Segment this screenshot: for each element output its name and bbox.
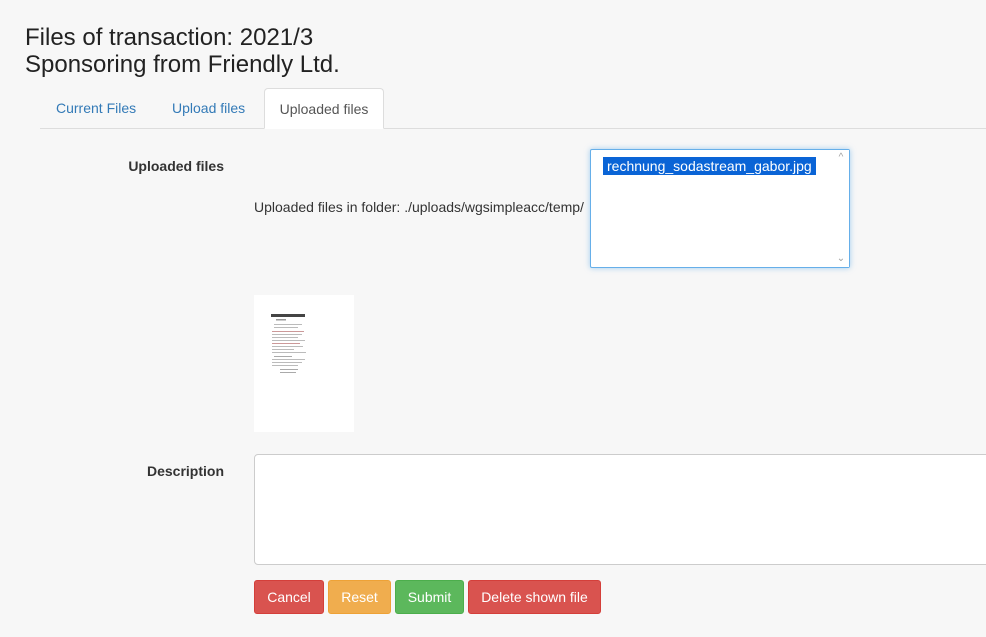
tab-current-files[interactable]: Current Files — [56, 88, 136, 128]
page-title-line-2: Sponsoring from Friendly Ltd. — [25, 51, 340, 78]
page-title-line-1: Files of transaction: 2021/3 — [25, 24, 314, 51]
submit-button[interactable]: Submit — [395, 580, 464, 614]
tab-bar: Current Files Upload files Uploaded file… — [40, 88, 986, 129]
upload-folder-text: Uploaded files in folder: ./uploads/wgsi… — [254, 199, 584, 215]
tab-uploaded-files[interactable]: Uploaded files — [264, 88, 384, 129]
tab-upload-files[interactable]: Upload files — [172, 88, 245, 128]
file-option-selected[interactable]: rechnung_sodastream_gabor.jpg — [602, 156, 817, 176]
description-label: Description — [146, 463, 224, 479]
description-field[interactable] — [254, 454, 986, 565]
uploaded-files-select[interactable]: rechnung_sodastream_gabor.jpg ^ ⌄ — [590, 149, 850, 268]
page-title: Files of transaction: 2021/3 Sponsoring … — [25, 24, 340, 78]
delete-file-button[interactable]: Delete shown file — [468, 580, 601, 614]
uploaded-files-label: Uploaded files — [128, 158, 224, 174]
scroll-up-icon[interactable]: ^ — [836, 153, 846, 163]
reset-button[interactable]: Reset — [328, 580, 391, 614]
select-scrollbar[interactable]: ^ ⌄ — [833, 150, 849, 267]
cancel-button[interactable]: Cancel — [254, 580, 324, 614]
receipt-image — [254, 295, 354, 432]
scroll-down-icon[interactable]: ⌄ — [836, 254, 846, 264]
file-preview-thumbnail[interactable] — [254, 295, 354, 432]
page: Files of transaction: 2021/3 Sponsoring … — [0, 0, 986, 637]
